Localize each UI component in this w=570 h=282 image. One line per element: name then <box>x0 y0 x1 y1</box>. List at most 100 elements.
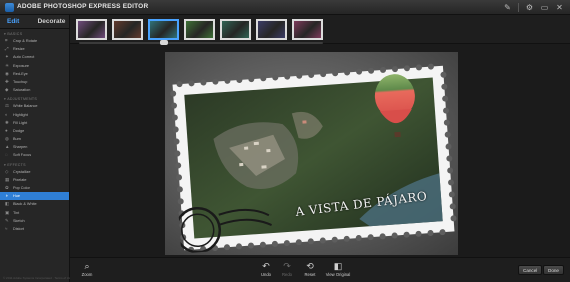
pixel-icon: ▦ <box>5 176 10 182</box>
bandage-icon: ✚ <box>5 78 9 84</box>
sidebar-item-label: Red-Eye <box>13 71 28 76</box>
sidebar-item-soft-focus[interactable]: ◌ Soft Focus <box>0 151 69 159</box>
preset-thumbnail[interactable] <box>220 19 251 40</box>
sidebar-item-label: Sharpen <box>13 145 28 150</box>
done-button[interactable]: Done <box>543 265 564 275</box>
sidebar-item-label: Touchup <box>13 79 28 84</box>
wand-icon: ✦ <box>5 54 9 60</box>
thumbnail-image <box>294 21 321 38</box>
restore-icon[interactable]: ▭ <box>540 3 549 12</box>
sidebar-item-label: Hue <box>13 194 20 199</box>
sidebar-item-label: Dodge <box>13 128 25 133</box>
thumbnail-image <box>150 21 177 38</box>
stamp-graphic <box>170 63 457 254</box>
tab-edit[interactable]: Edit <box>0 15 29 28</box>
reset-label: Reset <box>304 272 316 277</box>
sidebar-item-tint[interactable]: ▣ Tint <box>0 209 69 217</box>
thumbnail-image <box>258 21 285 38</box>
sidebar-item-label: Exposure <box>13 63 30 68</box>
sidebar-item-hue[interactable]: ◑ Hue <box>0 192 69 201</box>
sidebar-item-black-white[interactable]: ◧ Black & White <box>0 200 69 208</box>
sidebar-item-pixelate[interactable]: ▦ Pixelate <box>0 176 69 184</box>
bottom-toolbar: ⌕ Zoom ↶ Undo ↷ Redo ⟲ Reset ◧ View Orig… <box>70 257 570 282</box>
sidebar-item-burn[interactable]: ◍ Burn <box>0 135 69 143</box>
preset-thumbnail-strip <box>70 15 570 45</box>
app-logo-icon <box>5 3 14 12</box>
sidebar-item-saturation[interactable]: ◆ Saturation <box>0 86 69 94</box>
sidebar-item-label: Pop Color <box>13 186 30 190</box>
mode-tabs: Edit Decorate <box>0 15 69 29</box>
sidebar-item-label: Burn <box>13 137 22 142</box>
tint-icon: ▣ <box>5 209 10 215</box>
sidebar-item-label: Auto Correct <box>13 55 35 60</box>
burn-icon: ◍ <box>5 136 9 142</box>
resize-icon: ⤢ <box>5 46 9 52</box>
sidebar: Edit Decorate BASICS⌗Crop & Rotate⤢Resiz… <box>0 15 93 282</box>
view-original-label: View Original <box>325 272 351 277</box>
thumbnail-image <box>222 21 249 38</box>
hue-icon: ◑ <box>5 193 8 199</box>
thumbnail-image <box>186 21 213 38</box>
sidebar-item-exposure[interactable]: ☀ Exposure <box>0 62 69 70</box>
sidebar-item-label: Soft Focus <box>13 153 32 158</box>
stamp-photo <box>169 63 457 254</box>
divider <box>518 3 519 12</box>
sidebar-item-sketch[interactable]: ✎ Sketch <box>0 217 69 225</box>
sidebar-item-label: White Balance <box>13 104 38 109</box>
sidebar-item-label: Tint <box>13 210 20 215</box>
zoom-button[interactable]: ⌕ Zoom <box>74 261 100 277</box>
sidebar-item-fill-light[interactable]: ✺ Fill Light <box>0 119 69 127</box>
tab-decorate[interactable]: Decorate <box>29 15 69 28</box>
sidebar-item-label: Crop & Rotate <box>13 39 38 43</box>
droplet-icon: ◆ <box>5 87 9 93</box>
sidebar-item-label: Highlight <box>13 112 28 117</box>
sidebar-item-red-eye[interactable]: ◉ Red-Eye <box>0 70 69 78</box>
compare-icon: ◧ <box>333 261 343 271</box>
sidebar-item-label: Sketch <box>13 218 25 223</box>
zoom-label: Zoom <box>81 272 93 277</box>
strip-scroll-handle[interactable] <box>160 40 168 45</box>
pencil-icon[interactable]: ✎ <box>503 3 512 12</box>
eye-icon: ◉ <box>5 70 9 76</box>
preset-thumbnail[interactable] <box>292 19 323 40</box>
view-original-button[interactable]: ◧ View Original <box>321 261 355 277</box>
cancel-button[interactable]: Cancel <box>518 265 543 275</box>
close-icon[interactable]: ✕ <box>555 3 564 12</box>
tool-list: BASICS⌗Crop & Rotate⤢Resize✦Auto Correct… <box>0 31 69 233</box>
crystal-icon: ◇ <box>5 168 9 174</box>
preset-thumbnail[interactable] <box>112 19 143 40</box>
sidebar-item-crop-rotate[interactable]: ⌗ Crop & Rotate <box>0 37 69 45</box>
distort-icon: ≈ <box>5 225 8 231</box>
reset-button[interactable]: ⟲ Reset <box>297 261 323 277</box>
sidebar-item-resize[interactable]: ⤢ Resize <box>0 45 69 53</box>
sidebar-item-label: Resize <box>13 47 25 52</box>
preset-thumbnail[interactable] <box>148 19 179 40</box>
sidebar-item-label: Distort <box>13 226 24 231</box>
sidebar-item-sharpen[interactable]: ▲ Sharpen <box>0 143 69 151</box>
sketch-icon: ✎ <box>5 217 9 223</box>
magnifier-icon: ⌕ <box>84 261 90 271</box>
preset-thumbnail[interactable] <box>256 19 287 40</box>
gear-icon[interactable]: ⚙ <box>525 3 534 12</box>
balance-icon: ⚖ <box>5 103 10 109</box>
thumbnail-image <box>78 21 105 38</box>
sidebar-item-label: Crystallize <box>13 169 31 174</box>
title-bar: ADOBE PHOTOSHOP EXPRESS EDITOR ✎ ⚙ ▭ ✕ <box>0 0 570 15</box>
sidebar-item-auto-correct[interactable]: ✦ Auto Correct <box>0 53 69 61</box>
sidebar-item-highlight[interactable]: ◐ Highlight <box>0 111 69 119</box>
sidebar-item-label: Black & White <box>13 202 37 207</box>
sidebar-item-touchup[interactable]: ✚ Touchup <box>0 78 69 86</box>
highlight-icon: ◐ <box>5 111 8 117</box>
sidebar-item-pop-color[interactable]: ✿ Pop Color <box>0 184 69 192</box>
soft-focus-icon: ◌ <box>5 152 8 158</box>
preset-thumbnail[interactable] <box>184 19 215 40</box>
app-title: ADOBE PHOTOSHOP EXPRESS EDITOR <box>17 3 149 10</box>
sidebar-item-distort[interactable]: ≈ Distort <box>0 225 69 233</box>
preset-thumbnail[interactable] <box>76 19 107 40</box>
sidebar-item-dodge[interactable]: ● Dodge <box>0 127 69 135</box>
sidebar-item-crystallize[interactable]: ◇ Crystallize <box>0 168 69 176</box>
pop-color-icon: ✿ <box>5 185 9 190</box>
window-controls: ✎ ⚙ ▭ ✕ <box>503 3 564 12</box>
sidebar-item-white-balance[interactable]: ⚖ White Balance <box>0 102 69 110</box>
strip-scrollbar[interactable] <box>79 42 323 44</box>
